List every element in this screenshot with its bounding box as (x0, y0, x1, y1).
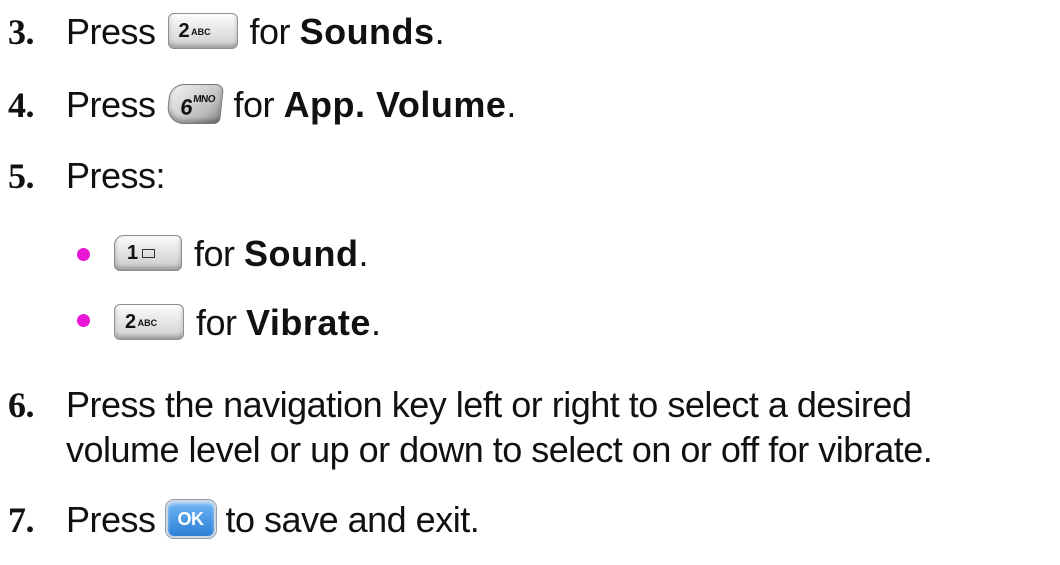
step-number: 7. (8, 500, 35, 540)
key-2-abc-icon: 2 ABC (114, 304, 184, 341)
step-number: 5. (8, 156, 35, 196)
key-1-voicemail-icon: 1 (114, 235, 182, 272)
ok-key-icon: OK (165, 500, 216, 539)
step-3: 3. Press 2 ABC for Sounds. (8, 11, 445, 52)
menu-term: Sounds (299, 11, 435, 52)
bullet-dot (77, 248, 90, 261)
step-number: 3. (8, 12, 35, 52)
step-4: 4. Press 6MNO for App. Volume. (8, 84, 516, 125)
step-number: 4. (8, 85, 35, 125)
step-6-continuation: volume level or up or down to select on … (66, 428, 933, 472)
bullet-item: 2 ABC for Vibrate. (114, 301, 381, 345)
step-text: Press: (66, 155, 166, 196)
step-7: 7. Press OK to save and exit. (8, 499, 480, 540)
step-number: 6. (8, 385, 35, 425)
step-text: Press (66, 84, 156, 125)
menu-term: Vibrate (246, 302, 371, 343)
step-text: volume level or up or down to select on … (66, 429, 933, 470)
step-6: 6. Press the navigation key left or right… (8, 383, 912, 427)
key-6-mno-icon: 6MNO (165, 84, 224, 125)
bullet-item: 1 for Sound. (114, 232, 369, 276)
step-text: Press (66, 11, 156, 52)
bullet-dot (77, 314, 90, 327)
step-text: Press the navigation key left or right t… (66, 384, 912, 425)
menu-term: Sound (244, 233, 359, 274)
step-text: Press (66, 499, 156, 540)
step-5: 5. Press: (8, 154, 166, 198)
menu-term: App. Volume (283, 84, 507, 125)
key-2-abc-icon: 2 ABC (167, 13, 238, 50)
